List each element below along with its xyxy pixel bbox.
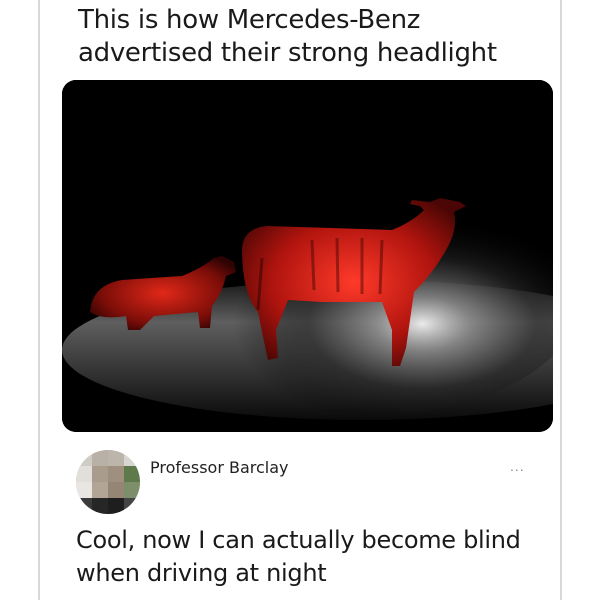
more-options-button[interactable]: ... <box>510 458 525 474</box>
post-title: This is how Mercedes-Benz advertised the… <box>78 5 497 68</box>
reply-text: Cool, now I can actually become blind wh… <box>76 526 521 587</box>
cows-headlight-photo-icon <box>62 80 553 432</box>
post-image[interactable] <box>62 80 553 432</box>
username[interactable]: Professor Barclay <box>150 458 289 477</box>
left-border <box>38 0 40 600</box>
right-border <box>560 0 562 600</box>
pixelated-avatar-icon[interactable] <box>76 450 140 514</box>
reply: Professor Barclay ... Cool, now I can ac… <box>76 448 546 598</box>
